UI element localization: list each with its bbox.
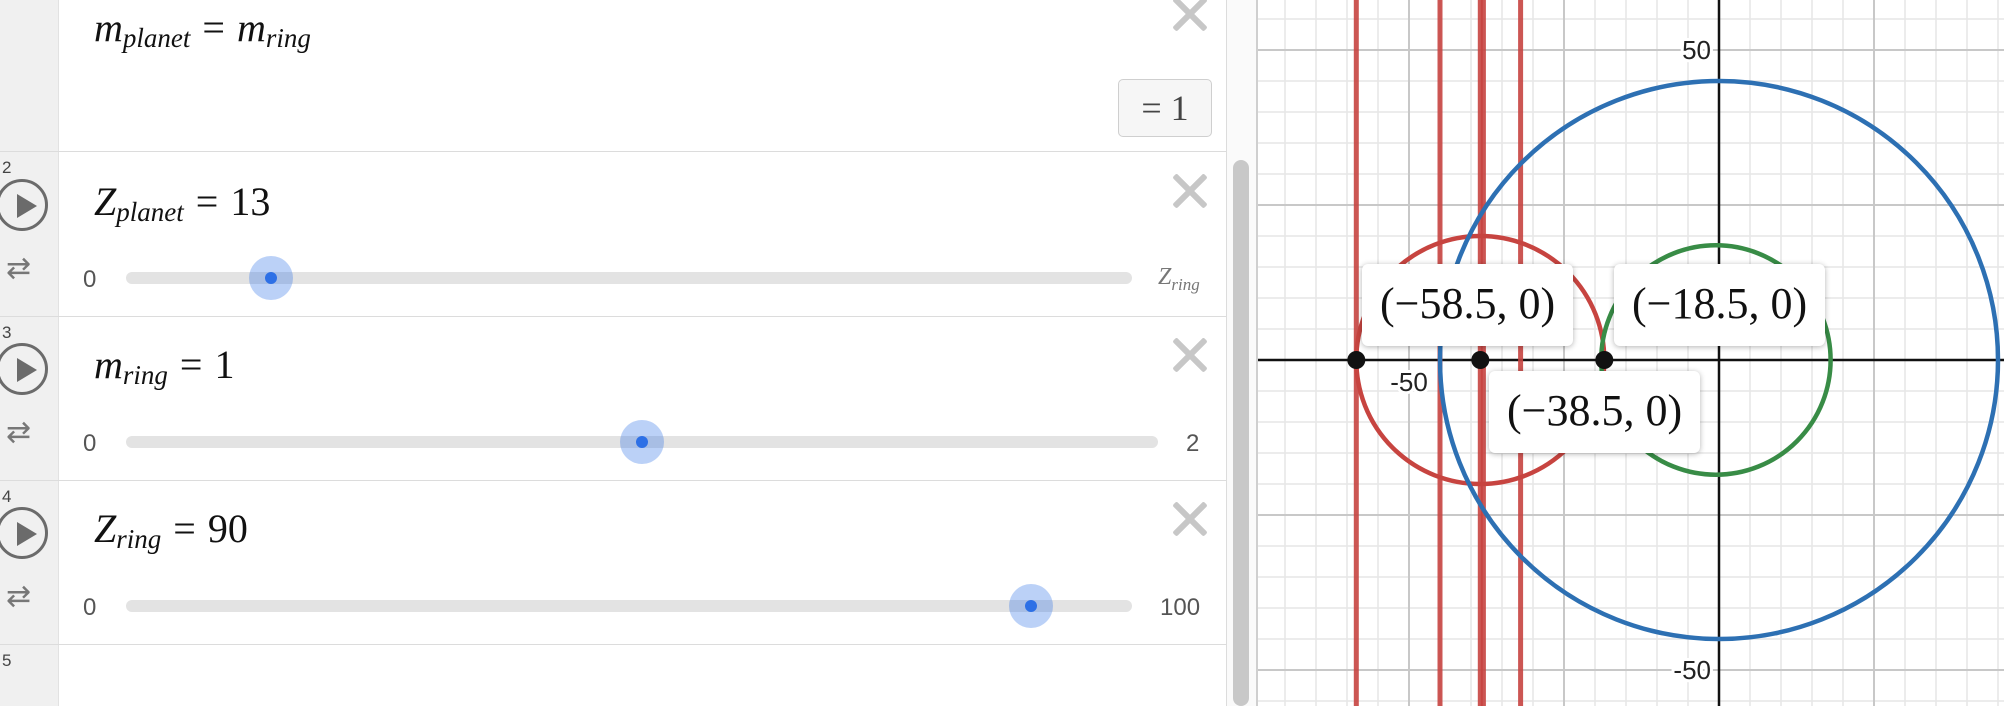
slider-min-label: 0	[83, 594, 97, 621]
slider-track[interactable]	[126, 584, 1132, 628]
tick-label: -50	[1673, 655, 1711, 685]
equals-sign: =	[179, 342, 203, 387]
point-marker	[1347, 351, 1366, 369]
equals-sign: =	[195, 179, 219, 224]
tick-label: -50	[1390, 367, 1428, 397]
loop-icon[interactable]: ⇄	[6, 254, 38, 284]
point-marker	[1595, 351, 1614, 369]
row-number: 5	[2, 651, 12, 670]
loop-icon[interactable]: ⇄	[6, 582, 38, 612]
grid-major	[1253, 0, 2004, 706]
expression-math[interactable]: Zring = 90	[94, 505, 248, 554]
slider-max-label: 2	[1186, 430, 1200, 457]
delete-expression-close-icon[interactable]	[1170, 0, 1210, 34]
scrollbar-thumb[interactable]	[1233, 160, 1249, 706]
expression-math[interactable]: mring = 1	[94, 341, 235, 390]
slider-min-label: 0	[83, 266, 97, 293]
math-variable: m	[94, 5, 123, 50]
play-icon[interactable]	[0, 343, 48, 395]
slider-max-label: 100	[1160, 594, 1201, 621]
row-number: 4	[2, 487, 12, 506]
delete-expression-close-icon[interactable]	[1170, 499, 1210, 539]
math-subscript: planet	[122, 23, 191, 53]
expression-math[interactable]: mplanet = mring	[94, 4, 311, 53]
slider-max-label: Zring	[1158, 264, 1200, 295]
slider-value: 1	[214, 342, 235, 387]
grid-minor	[1222, 0, 2004, 706]
math-subscript: ring	[265, 23, 311, 53]
axes	[1258, 0, 2004, 706]
equals-sign: =	[202, 5, 225, 50]
math-variable: Z	[1158, 264, 1172, 290]
slider-value: 13	[230, 179, 271, 224]
delete-expression-close-icon[interactable]	[1170, 335, 1210, 375]
play-icon[interactable]	[0, 179, 48, 231]
loop-icon[interactable]: ⇄	[6, 418, 38, 448]
equals-sign: =	[173, 506, 196, 551]
math-variable: m	[236, 5, 266, 50]
slider-thumb[interactable]	[248, 256, 293, 300]
slider-thumb[interactable]	[620, 420, 664, 464]
expression-math[interactable]: Zplanet = 13	[94, 178, 271, 227]
math-subscript: ring	[122, 360, 168, 390]
expression-row-2[interactable]: 2 ⇄ Zplanet = 13 0 Zring	[0, 152, 1226, 317]
expression-row-5[interactable]: 5	[0, 645, 1226, 706]
point-coordinate-label[interactable]: (−18.5, 0)	[1614, 264, 1826, 346]
evaluation-result: = 1	[1118, 79, 1212, 137]
slider-track[interactable]	[126, 256, 1132, 300]
play-icon[interactable]	[0, 507, 48, 559]
tick-label: 50	[1682, 35, 1711, 65]
slider-thumb[interactable]	[1009, 584, 1054, 628]
point-coordinate-label[interactable]: (−58.5, 0)	[1362, 264, 1574, 346]
expression-row-3[interactable]: 3 ⇄ mring = 1 0 2	[0, 317, 1226, 481]
math-variable: m	[94, 342, 123, 387]
graph-canvas[interactable]: 50 -50 -50	[1222, 0, 2004, 706]
slider-track[interactable]	[126, 420, 1158, 464]
point-coordinate-label[interactable]: (−38.5, 0)	[1489, 371, 1701, 453]
math-variable: Z	[94, 506, 117, 551]
slider-value: 90	[207, 506, 248, 551]
math-subscript: planet	[116, 197, 184, 227]
math-subscript: ring	[1171, 274, 1200, 294]
row-number: 2	[2, 158, 12, 177]
slider-min-label: 0	[83, 430, 97, 457]
expression-list: mplanet = mring = 1 2 ⇄ Zplanet = 13 0 Zring…	[0, 0, 1226, 706]
delete-expression-close-icon[interactable]	[1170, 171, 1210, 211]
point-marker	[1471, 351, 1490, 369]
expression-row-4[interactable]: 4 ⇄ Zring = 90 0 100	[0, 481, 1226, 645]
curves	[1353, 0, 2001, 706]
math-subscript: ring	[116, 524, 162, 554]
expression-row-1[interactable]: mplanet = mring = 1	[0, 0, 1226, 152]
graph-paper[interactable]: 50 -50 -50 (−58.5, 0) (−38.5, 0) (−18.5, 0…	[1222, 0, 2004, 706]
row-number: 3	[2, 323, 12, 342]
math-variable: Z	[94, 179, 117, 224]
